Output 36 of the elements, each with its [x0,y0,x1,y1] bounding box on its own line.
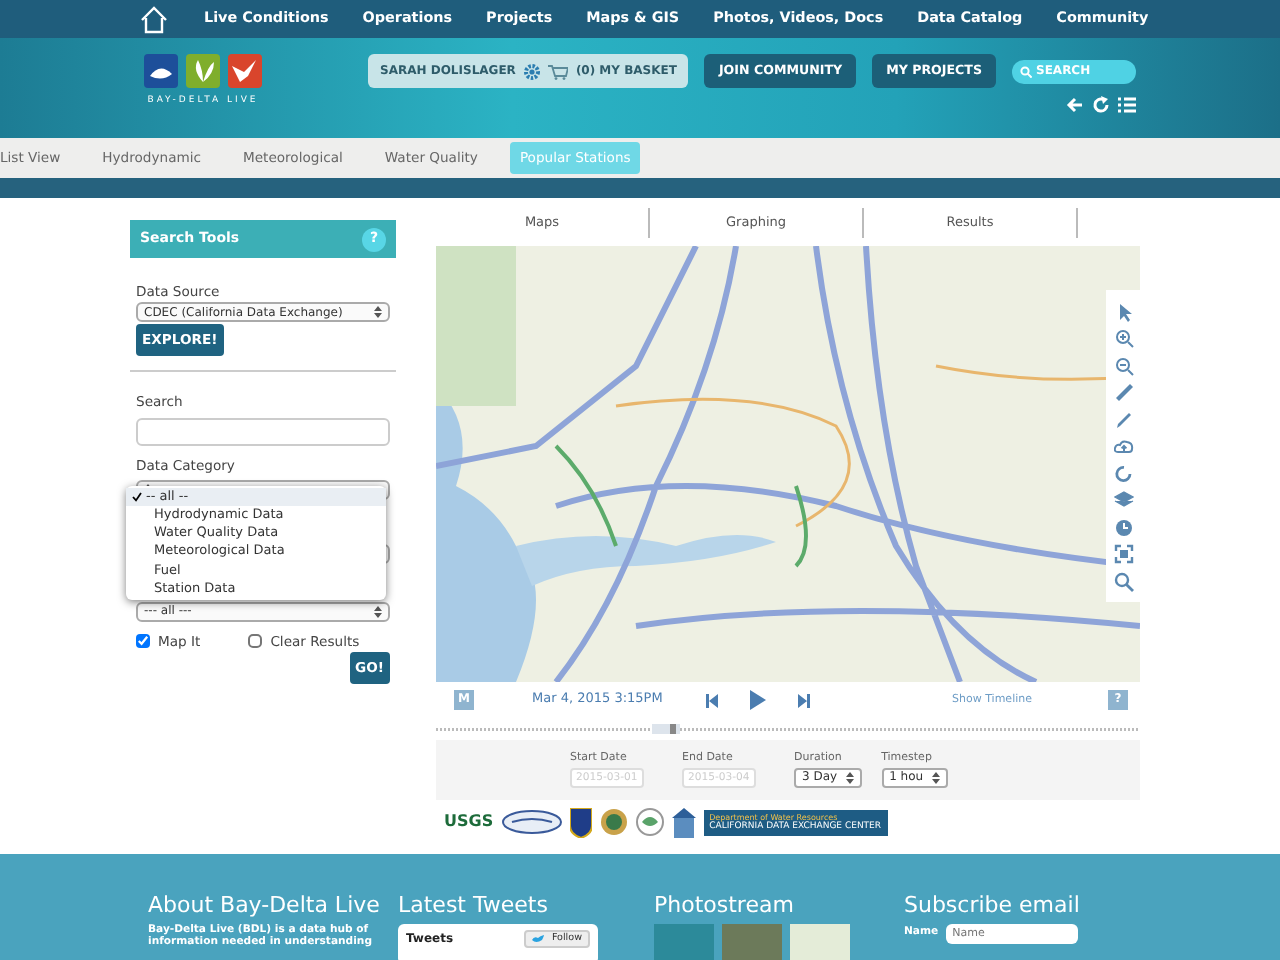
checkbox[interactable] [136,634,150,649]
ruler-icon[interactable] [1113,382,1133,402]
skip-forward-icon[interactable] [798,693,811,707]
pencil-icon[interactable] [1113,409,1133,429]
fullscreen-icon[interactable] [1113,544,1133,564]
layers-icon[interactable] [1113,490,1133,510]
skip-back-icon[interactable] [706,693,719,707]
cloud-upload-icon[interactable] [1113,436,1133,456]
round-seal-logo [635,808,664,836]
refresh-icon[interactable] [1113,463,1133,483]
checkmark-icon [132,491,142,502]
leaf-logo-icon [186,54,220,88]
footer-heading: Latest Tweets [398,890,550,922]
play-icon[interactable] [750,690,767,710]
search-icon [1020,65,1032,77]
search-icon[interactable] [1113,571,1133,591]
round-seal-logo [599,808,628,836]
list-icon[interactable] [1118,96,1136,114]
cart-icon [547,63,568,79]
footer-heading: Photostream [654,890,796,922]
footer-heading: About Bay-Delta Live [148,890,382,922]
back-arrow-icon[interactable] [1066,96,1084,114]
shield-logo [569,807,592,837]
checkbox[interactable] [248,634,263,649]
home-icon[interactable] [140,5,168,33]
oval-seal-logo [501,810,562,834]
usgs-logo: USGS [444,810,494,834]
clock-icon[interactable] [1113,517,1133,537]
bird-icon [531,933,544,944]
search-field[interactable] [136,417,390,446]
building-logo [671,807,696,837]
footer-heading: Subscribe email [904,890,1080,922]
zoom-out-icon[interactable] [1113,355,1133,375]
zoom-in-icon[interactable] [1113,328,1133,348]
photo-placeholder[interactable] [790,923,850,960]
gear-icon[interactable] [523,63,540,79]
